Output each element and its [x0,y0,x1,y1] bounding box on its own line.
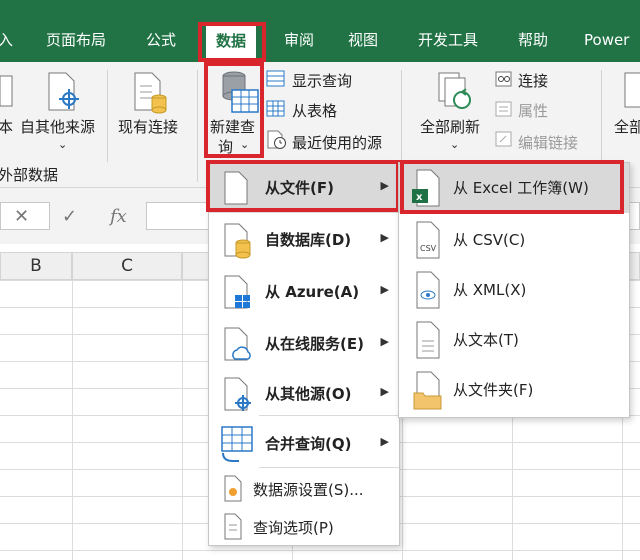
svg-text:x: x [416,192,423,203]
svg-text:CSV: CSV [420,244,437,253]
menu-item-from-other-sources[interactable]: 从其他源(O) ▶ [209,369,399,419]
text-file-icon [416,321,440,359]
menu-item-label: 从文件(F) [265,179,334,197]
menu-item-from-excel-workbook[interactable]: x 从 Excel 工作簿(W) [399,163,629,213]
from-table-button[interactable]: 从表格 [292,100,337,121]
menu-separator [259,415,399,416]
other-sources-icon [224,377,251,411]
menu-separator [259,467,399,468]
refresh-all-icon[interactable] [436,70,476,114]
cancel-icon[interactable]: ✕ [14,206,29,227]
new-query-icon[interactable] [216,68,260,114]
other-sources-icon[interactable] [46,72,80,112]
tab-developer[interactable]: 开发工具 [418,0,478,62]
menu-item-label: 从 Azure(A) [265,283,360,301]
tab-page-layout[interactable]: 页面布局 [46,0,106,62]
document-icon [0,75,13,107]
ribbon-divider [197,70,198,182]
chevron-down-icon: ⌄ [58,138,68,151]
recent-sources-icon [267,130,286,149]
ribbon-tab-bar: 入 页面布局 公式 数据 审阅 视图 开发工具 帮助 Power [0,0,640,62]
submenu-arrow-icon: ▶ [380,179,389,192]
menu-item-from-azure[interactable]: 从 Azure(A) ▶ [209,267,399,317]
existing-connections-button[interactable]: 现有连接 [118,116,178,137]
refresh-all-button[interactable]: 全部刷新 [420,116,480,137]
submenu-arrow-icon: ▶ [380,385,389,398]
cloud-icon [224,327,251,361]
connections-icon [495,71,512,87]
new-query-button[interactable]: 新建查 [210,116,255,137]
excel-file-icon: x [412,169,440,207]
get-data-label[interactable]: 本 [0,116,13,137]
edit-links-icon [495,131,512,147]
column-header-c[interactable]: C [72,252,182,280]
menu-item-label: 自数据库(D) [265,231,352,249]
existing-connections-icon[interactable] [132,72,168,114]
menu-item-label: 从 CSV(C) [453,231,526,249]
from-other-sources-button[interactable]: 自其他来源 [20,116,95,137]
file-icon [224,171,248,205]
menu-item-label: 从文件夹(F) [453,381,534,399]
menu-item-label: 数据源设置(S)... [253,481,364,499]
menu-item-from-online-services[interactable]: 从在线服务(E) ▶ [209,319,399,369]
tab-formulas[interactable]: 公式 [146,0,176,62]
recent-sources-button[interactable]: 最近使用的源 [292,132,382,153]
group-label-get-data: 外部数据 [0,166,59,184]
submenu-arrow-icon: ▶ [380,231,389,244]
menu-item-from-text[interactable]: 从文本(T) [399,315,629,365]
new-query-menu: 从文件(F) ▶ 自数据库(D) ▶ 从 Azure(A) ▶ 从在线服务(E)… [208,162,400,546]
menu-item-data-source-settings[interactable]: 数据源设置(S)... [209,469,399,507]
show-queries-button[interactable]: 显示查询 [292,70,352,91]
menu-item-label: 从其他源(O) [265,385,352,403]
menu-item-label: 从 XML(X) [453,281,527,299]
combine-queries-icon [221,426,253,462]
menu-item-from-xml[interactable]: 从 XML(X) [399,265,629,315]
document-icon [624,72,640,108]
submenu-arrow-icon: ▶ [380,283,389,296]
submenu-arrow-icon: ▶ [380,435,389,448]
connections-button[interactable]: 连接 [518,70,548,91]
edit-links-button[interactable]: 编辑链接 [518,132,578,153]
azure-icon [224,275,250,309]
menu-item-from-file[interactable]: 从文件(F) ▶ [209,163,399,213]
menu-item-label: 合并查询(Q) [265,435,352,453]
show-queries-icon [266,70,285,87]
tab-view[interactable]: 视图 [348,0,378,62]
query-options-icon [224,513,242,540]
tab-insert[interactable]: 入 [0,0,13,62]
menu-item-combine-queries[interactable]: 合并查询(Q) ▶ [209,419,399,469]
menu-item-label: 从 Excel 工作簿(W) [453,179,589,197]
submenu-arrow-icon: ▶ [380,335,389,348]
menu-item-from-database[interactable]: 自数据库(D) ▶ [209,215,399,265]
chevron-down-icon: ⌄ [240,138,250,151]
menu-item-query-options[interactable]: 查询选项(P) [209,507,399,545]
enter-icon[interactable]: ✓ [62,206,77,227]
column-header-b[interactable]: B [0,252,72,280]
database-icon [224,223,251,259]
from-file-submenu: x 从 Excel 工作簿(W) CSV 从 CSV(C) 从 XML(X) 从… [398,162,630,418]
properties-icon [495,101,512,117]
xml-file-icon [416,271,440,309]
tab-power[interactable]: Power [584,0,629,62]
menu-item-label: 从在线服务(E) [265,335,364,353]
csv-file-icon: CSV [416,221,440,259]
menu-item-label: 从文本(T) [453,331,519,349]
table-icon [266,100,285,117]
chevron-down-icon: ⌄ [450,138,460,151]
menu-item-from-folder[interactable]: 从文件夹(F) [399,365,629,415]
menu-item-from-csv[interactable]: CSV 从 CSV(C) [399,215,629,265]
folder-icon [413,371,442,410]
partial-right-button[interactable]: 全部 [614,116,640,137]
menu-item-label: 查询选项(P) [253,519,334,537]
tab-review[interactable]: 审阅 [284,0,314,62]
ribbon-divider [107,70,108,162]
tab-help[interactable]: 帮助 [518,0,548,62]
settings-icon [224,475,242,502]
properties-button[interactable]: 属性 [518,100,548,121]
fx-icon[interactable]: fx [110,206,127,227]
tab-data[interactable]: 数据 [206,24,257,58]
new-query-button-line2[interactable]: 询 [218,136,233,157]
